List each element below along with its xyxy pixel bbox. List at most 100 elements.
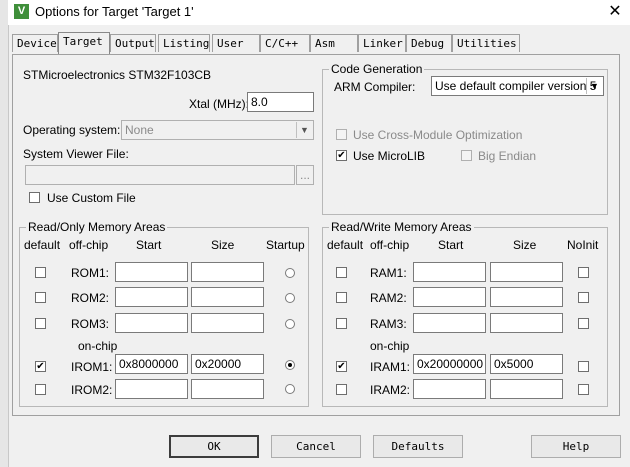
ram2-noinit-checkbox[interactable] [578,292,589,303]
tab-debug[interactable]: Debug [406,34,452,52]
microlib-label: Use MicroLIB [353,149,426,163]
rom3-startup-radio[interactable] [285,319,295,329]
tab-asm[interactable]: Asm [310,34,358,52]
ro-header-default: default [24,238,61,252]
rw-header-noinit: NoInit [567,238,599,252]
app-icon: V [14,4,29,19]
tab-output[interactable]: Output [110,34,156,52]
ro-header-startup: Startup [266,238,305,252]
use-custom-file-checkbox[interactable] [29,192,40,203]
ram2-default-checkbox[interactable] [336,292,347,303]
iram2-start-input[interactable] [413,379,486,399]
ram3-default-checkbox[interactable] [336,318,347,329]
cross-module-label: Use Cross-Module Optimization [353,128,523,142]
arm-compiler-select[interactable]: Use default compiler version 5 ▼ [431,76,604,96]
iram1-noinit-checkbox[interactable] [578,361,589,372]
cross-module-checkbox[interactable] [336,129,347,140]
svf-input[interactable] [25,165,295,185]
ro-header-offchip: off-chip [69,238,109,252]
rom1-startup-radio[interactable] [285,268,295,278]
tab-device[interactable]: Device [12,34,58,52]
ram3-size-input[interactable] [490,313,563,333]
ram1-noinit-checkbox[interactable] [578,267,589,278]
background-window-edge [0,0,9,467]
browse-button[interactable]: ... [296,165,314,185]
ro-header-start: Start [136,238,162,252]
window-title: Options for Target 'Target 1' [35,4,194,19]
irom1-startup-radio[interactable] [285,360,295,370]
rom2-startup-radio[interactable] [285,293,295,303]
cancel-button[interactable]: Cancel [271,435,361,458]
os-value: None [125,123,154,137]
arm-compiler-label: ARM Compiler: [334,80,416,94]
ram1-default-checkbox[interactable] [336,267,347,278]
irom2-startup-radio[interactable] [285,384,295,394]
rw-header-start: Start [438,238,464,252]
irom1-label: IROM1: [71,360,113,374]
ram3-label: RAM3: [370,317,407,331]
tab-user[interactable]: User [212,34,260,52]
rom2-default-checkbox[interactable] [35,292,46,303]
irom2-default-checkbox[interactable] [35,384,46,395]
arm-compiler-value: Use default compiler version 5 [435,79,597,93]
rom3-default-checkbox[interactable] [35,318,46,329]
help-button[interactable]: Help [531,435,621,458]
microlib-checkbox[interactable]: ✔ [336,150,347,161]
ram3-start-input[interactable] [413,313,486,333]
ram2-start-input[interactable] [413,287,486,307]
rw-header-size: Size [513,238,537,252]
iram1-size-input[interactable]: 0x5000 [490,354,563,374]
rom1-label: ROM1: [71,266,110,280]
xtal-label: Xtal (MHz): [189,97,249,111]
iram1-default-checkbox[interactable]: ✔ [336,361,347,372]
big-endian-label: Big Endian [478,149,537,163]
rw-header-default: default [327,238,364,252]
check-icon: ✔ [337,361,346,372]
xtal-input[interactable]: 8.0 [247,92,314,112]
close-icon[interactable]: ✕ [602,1,628,23]
rw-onchip-label: on-chip [370,339,410,353]
svf-label: System Viewer File: [23,147,129,161]
target-tab-panel: STMicroelectronics STM32F103CB Xtal (MHz… [12,54,620,416]
tab-c-cpp[interactable]: C/C++ [260,34,310,52]
tab-utilities[interactable]: Utilities [452,34,520,52]
ram3-noinit-checkbox[interactable] [578,318,589,329]
iram2-noinit-checkbox[interactable] [578,384,589,395]
irom2-size-input[interactable] [191,379,264,399]
tab-linker[interactable]: Linker [358,34,406,52]
ro-memory-title: Read/Only Memory Areas [26,220,168,234]
rom3-size-input[interactable] [191,313,264,333]
irom2-start-input[interactable] [115,379,188,399]
defaults-button[interactable]: Defaults [373,435,463,458]
tab-listing[interactable]: Listing [158,34,210,52]
os-label: Operating system: [23,123,121,137]
ram2-size-input[interactable] [490,287,563,307]
iram1-start-input[interactable]: 0x20000000 [413,354,486,374]
chevron-down-icon: ▼ [586,78,602,94]
ro-memory-group: Read/Only Memory Areas default off-chip … [19,220,309,407]
rom3-start-input[interactable] [115,313,188,333]
rw-memory-title: Read/Write Memory Areas [329,220,474,234]
rom2-start-input[interactable] [115,287,188,307]
rom1-default-checkbox[interactable] [35,267,46,278]
rom1-start-input[interactable] [115,262,188,282]
irom2-label: IROM2: [71,383,113,397]
rom2-size-input[interactable] [191,287,264,307]
ok-button[interactable]: OK [169,435,259,458]
ram1-size-input[interactable] [490,262,563,282]
iram2-size-input[interactable] [490,379,563,399]
big-endian-checkbox[interactable] [461,150,472,161]
irom1-start-input[interactable]: 0x8000000 [115,354,188,374]
os-select[interactable]: None ▼ [121,120,314,140]
irom1-size-input[interactable]: 0x20000 [191,354,264,374]
ro-onchip-label: on-chip [78,339,118,353]
iram2-default-checkbox[interactable] [336,384,347,395]
irom1-default-checkbox[interactable]: ✔ [35,361,46,372]
rom1-size-input[interactable] [191,262,264,282]
tab-target[interactable]: Target [58,32,110,54]
ram1-start-input[interactable] [413,262,486,282]
rom3-label: ROM3: [71,317,110,331]
ram2-label: RAM2: [370,291,407,305]
iram2-label: IRAM2: [370,383,411,397]
rw-memory-group: Read/Write Memory Areas default off-chip… [322,220,608,407]
